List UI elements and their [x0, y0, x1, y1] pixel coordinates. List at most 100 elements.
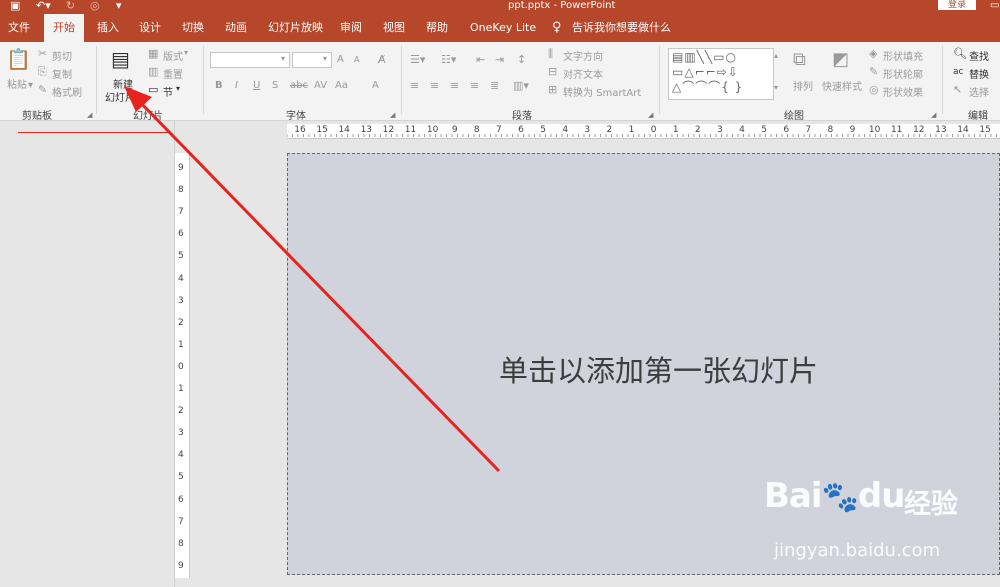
shapes-gallery[interactable]: ▤▥╲╲▭○ ▭△⌐⌐⇨⇩ △⌒⌒⌒{ } [668, 48, 774, 100]
tab-design[interactable]: 设计 [139, 14, 161, 42]
bullets-icon[interactable]: ☰▾ [410, 54, 425, 66]
shrink-font-button[interactable]: A [354, 55, 359, 64]
ruler-label: 9 [178, 560, 184, 571]
justify-icon[interactable]: ≡ [470, 80, 479, 92]
section-button[interactable]: 节 [163, 84, 173, 99]
redo-icon[interactable]: ↻ [66, 0, 75, 12]
copy-button[interactable]: 复制 [52, 66, 72, 81]
ruler-label: 7 [178, 516, 184, 527]
shadow-button[interactable]: abc [290, 80, 308, 91]
shape-fill-button[interactable]: 形状填充 [883, 48, 923, 63]
ruler-label: 13 [360, 125, 373, 135]
tab-home[interactable]: 开始 [44, 14, 84, 42]
align-text-button[interactable]: 对齐文本 [563, 66, 603, 81]
bold-button[interactable]: B [215, 80, 223, 91]
ruler-label: 8 [473, 125, 480, 135]
ruler-label: 7 [496, 125, 502, 135]
strikethrough-button[interactable]: S [272, 80, 278, 91]
tab-view[interactable]: 视图 [383, 14, 405, 42]
shape-outline-button[interactable]: 形状轮廓 [883, 66, 923, 81]
slide-thumbnail-pane[interactable] [0, 121, 175, 587]
shape-effects-button[interactable]: 形状效果 [883, 84, 923, 99]
columns-icon[interactable]: ▥▾ [513, 80, 529, 92]
increase-indent-icon[interactable]: ⇥ [495, 54, 504, 66]
align-center-icon[interactable]: ≡ [430, 80, 439, 92]
text-direction-button[interactable]: 文字方向 [563, 48, 603, 63]
chevron-down-icon[interactable]: ▾ [281, 54, 285, 63]
arrange-button[interactable]: 排列 [793, 78, 813, 93]
ruler-label: 4 [178, 450, 184, 461]
login-button[interactable]: 登录 [938, 0, 976, 10]
quick-styles-button[interactable]: 快速样式 [822, 78, 862, 93]
format-painter-button[interactable]: 格式刷 [52, 84, 82, 99]
paragraph-launcher-icon[interactable]: ◢ [648, 111, 653, 119]
watermark-jingyan: 经验 [904, 489, 958, 520]
line-spacing-icon[interactable]: ↕ [517, 54, 526, 66]
arrange-icon[interactable]: ⧉ [793, 50, 806, 70]
chevron-down-icon[interactable]: ▾ [323, 54, 327, 63]
tab-transitions[interactable]: 切换 [182, 14, 204, 42]
ruler-label: 3 [178, 428, 184, 439]
tell-me-search[interactable]: 告诉我你想要做什么 [572, 14, 671, 42]
paw-icon: 🐾 [821, 480, 859, 515]
font-name-field[interactable] [210, 52, 290, 68]
save-icon[interactable]: ▣ [10, 0, 20, 12]
ruler-label: 0 [178, 361, 184, 372]
scissors-icon: ✂ [38, 47, 48, 60]
font-color-button[interactable]: A [372, 80, 379, 91]
undo-icon[interactable]: ↶▾ [36, 0, 51, 12]
new-slide-dropdown[interactable]: 幻灯片 [105, 89, 135, 104]
character-spacing-button[interactable]: AV [314, 80, 327, 91]
grow-font-button[interactable]: A [337, 54, 344, 65]
customize-toolbar-icon[interactable]: ▾ [116, 0, 122, 12]
tab-slideshow[interactable]: 幻灯片放映 [268, 14, 323, 42]
add-first-slide-placeholder[interactable]: 单击以添加第一张幻灯片 [288, 348, 999, 390]
ruler-label: 5 [540, 125, 546, 135]
new-slide-icon[interactable]: ▤ [111, 48, 130, 70]
ruler-label: 6 [518, 125, 524, 135]
group-label-paragraph: 段落 [512, 111, 532, 122]
ruler-label: 1 [672, 125, 679, 135]
quick-styles-icon[interactable]: ◩ [832, 50, 849, 70]
select-button[interactable]: 选择 [969, 84, 989, 99]
clipboard-launcher-icon[interactable]: ◢ [87, 111, 92, 119]
ruler-label: 8 [178, 538, 184, 549]
layout-button[interactable]: 版式 [163, 48, 183, 63]
shape-icons[interactable]: ▤▥╲╲▭○ ▭△⌐⌐⇨⇩ △⌒⌒⌒{ } [669, 49, 773, 96]
tab-onekey-lite[interactable]: OneKey Lite [470, 14, 536, 42]
tab-file[interactable]: 文件 [8, 14, 30, 42]
reset-icon: ▥ [148, 65, 159, 78]
tab-insert[interactable]: 插入 [97, 14, 119, 42]
change-case-button[interactable]: Aa [335, 80, 348, 91]
paste-icon[interactable]: 📋 [6, 48, 31, 70]
ruler-label: 6 [783, 125, 790, 135]
decrease-indent-icon[interactable]: ⇤ [476, 54, 485, 66]
align-right-icon[interactable]: ≡ [450, 80, 459, 92]
italic-button[interactable]: I [235, 80, 238, 91]
paste-button[interactable]: 粘贴 [7, 76, 27, 91]
gallery-scroll-up-icon[interactable]: ▴ [774, 50, 778, 62]
ribbon-tab-bar: 文件 开始 插入 设计 切换 动画 幻灯片放映 审阅 视图 帮助 OneKey … [0, 14, 1000, 42]
gallery-more-icon[interactable]: ▾ [774, 82, 778, 94]
tab-animations[interactable]: 动画 [225, 14, 247, 42]
underline-button[interactable]: U [253, 80, 260, 91]
slide-canvas[interactable]: 单击以添加第一张幻灯片 Bai🐾du 经验 jingyan.baidu.com [287, 153, 1000, 575]
tab-review[interactable]: 审阅 [340, 14, 362, 42]
ribbon-display-icon[interactable]: ▭ [990, 0, 999, 12]
drawing-launcher-icon[interactable]: ◢ [931, 111, 936, 119]
replace-button[interactable]: 替换 [969, 66, 989, 81]
cut-button[interactable]: 剪切 [52, 48, 72, 63]
find-button[interactable]: 查找 [969, 48, 989, 63]
align-left-icon[interactable]: ≡ [410, 80, 419, 92]
distribute-icon[interactable]: ≣ [490, 80, 499, 92]
reset-button[interactable]: 重置 [163, 66, 183, 81]
clear-formatting-icon[interactable]: A̸ [378, 54, 386, 66]
font-launcher-icon[interactable]: ◢ [390, 111, 395, 119]
numbering-icon[interactable]: ☷▾ [441, 54, 456, 66]
ruler-label: 3 [717, 125, 723, 135]
tab-help[interactable]: 帮助 [426, 14, 448, 42]
ruler-label: 5 [761, 125, 767, 135]
ruler-label: 1 [628, 125, 635, 135]
convert-smartart-button[interactable]: 转换为 SmartArt [563, 84, 641, 99]
start-presentation-icon[interactable]: ◎ [90, 0, 100, 12]
